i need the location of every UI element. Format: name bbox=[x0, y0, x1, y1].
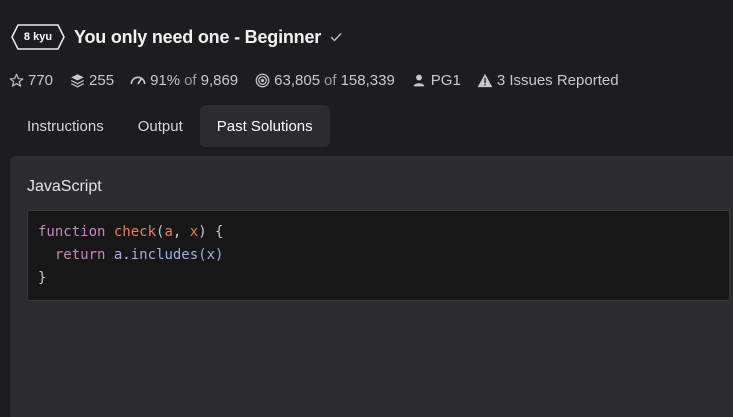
kata-page: 8 kyu You only need one - Beginner 770 2… bbox=[0, 0, 733, 417]
rank-badge: 8 kyu bbox=[10, 23, 66, 51]
completed-total: 158,339 bbox=[340, 71, 395, 89]
code-closing-brace: } bbox=[38, 270, 47, 286]
collections-count: 255 bbox=[89, 71, 115, 89]
rank-label: 8 kyu bbox=[23, 31, 53, 43]
code-param-a: a bbox=[164, 224, 173, 240]
kata-header: 8 kyu You only need one - Beginner bbox=[10, 22, 343, 52]
code-keyword: function bbox=[38, 224, 106, 240]
completed-value: 63,805 bbox=[274, 71, 321, 89]
code-function-name: check bbox=[113, 224, 157, 240]
kata-tabs: Instructions Output Past Solutions bbox=[10, 105, 330, 147]
completed-of: of bbox=[324, 71, 337, 89]
code-paren-close: ) { bbox=[198, 224, 224, 240]
tab-output[interactable]: Output bbox=[121, 105, 200, 147]
tab-past-solutions[interactable]: Past Solutions bbox=[199, 105, 330, 147]
code-object: a bbox=[105, 247, 123, 263]
stars-count: 770 bbox=[28, 71, 54, 89]
satisfaction-value: 91% bbox=[150, 71, 181, 89]
code-dot: . bbox=[122, 247, 131, 263]
satisfaction-of: of bbox=[184, 71, 197, 89]
issues-stat[interactable]: 3 Issues Reported bbox=[477, 72, 619, 89]
solution-code-block[interactable]: function check(a, x) { return a.includes… bbox=[27, 210, 730, 301]
layers-icon bbox=[69, 72, 85, 88]
code-args: (x) bbox=[198, 247, 224, 263]
collections-stat[interactable]: 255 bbox=[69, 72, 114, 89]
user-icon bbox=[411, 72, 427, 88]
author-stat[interactable]: PG1 bbox=[411, 72, 461, 89]
completed-stat: 63,805 of 158,339 bbox=[254, 72, 395, 89]
satisfaction-stat: 91% of 9,869 bbox=[130, 72, 238, 89]
target-icon bbox=[254, 72, 270, 88]
code-comma: , bbox=[172, 224, 190, 240]
star-icon bbox=[8, 72, 24, 88]
gauge-icon bbox=[130, 72, 146, 88]
solution-language: JavaScript bbox=[27, 178, 102, 195]
code-param-x: x bbox=[189, 224, 199, 240]
past-solutions-panel: JavaScript function check(a, x) { return… bbox=[10, 156, 733, 417]
chevron-down-icon[interactable] bbox=[329, 30, 343, 44]
author-name: PG1 bbox=[430, 71, 461, 89]
kata-title[interactable]: You only need one - Beginner bbox=[74, 27, 321, 48]
stars-stat[interactable]: 770 bbox=[8, 72, 53, 89]
warning-icon bbox=[477, 72, 493, 88]
code-return-keyword: return bbox=[54, 247, 106, 263]
tab-instructions[interactable]: Instructions bbox=[10, 105, 121, 147]
issues-label: 3 Issues Reported bbox=[496, 71, 619, 89]
code-method: includes bbox=[130, 247, 199, 263]
satisfaction-total: 9,869 bbox=[200, 71, 239, 89]
kata-stats: 770 255 91% of 9,869 63,805 of 158,339 P… bbox=[8, 69, 635, 91]
